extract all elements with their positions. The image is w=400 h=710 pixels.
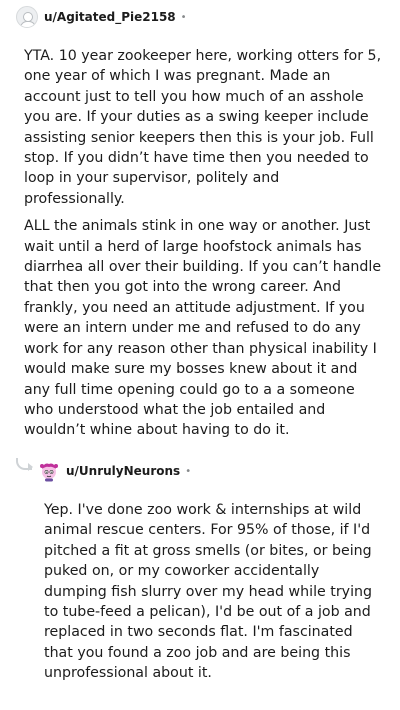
default-avatar-icon[interactable] xyxy=(16,6,38,28)
comment-paragraph: ALL the animals stink in one way or anot… xyxy=(24,218,382,439)
comment-author[interactable]: u/UnrulyNeurons xyxy=(66,464,180,478)
comment-body: Yep. I've done zoo work & internships at… xyxy=(44,500,384,691)
reply-arrow-icon xyxy=(28,463,33,471)
comment-header: u/Agitated_Pie2158 • xyxy=(16,4,187,30)
comment-author[interactable]: u/Agitated_Pie2158 xyxy=(44,10,176,24)
snoo-avatar-icon[interactable] xyxy=(38,460,60,482)
comment-paragraph: Yep. I've done zoo work & internships at… xyxy=(44,502,373,682)
comment-header: u/UnrulyNeurons • xyxy=(38,458,191,484)
separator-dot: • xyxy=(180,11,187,23)
comment-paragraph: YTA. 10 year zookeeper here, working ott… xyxy=(24,48,382,207)
comment-body: YTA. 10 year zookeeper here, working ott… xyxy=(24,46,384,448)
separator-dot: • xyxy=(185,465,192,477)
